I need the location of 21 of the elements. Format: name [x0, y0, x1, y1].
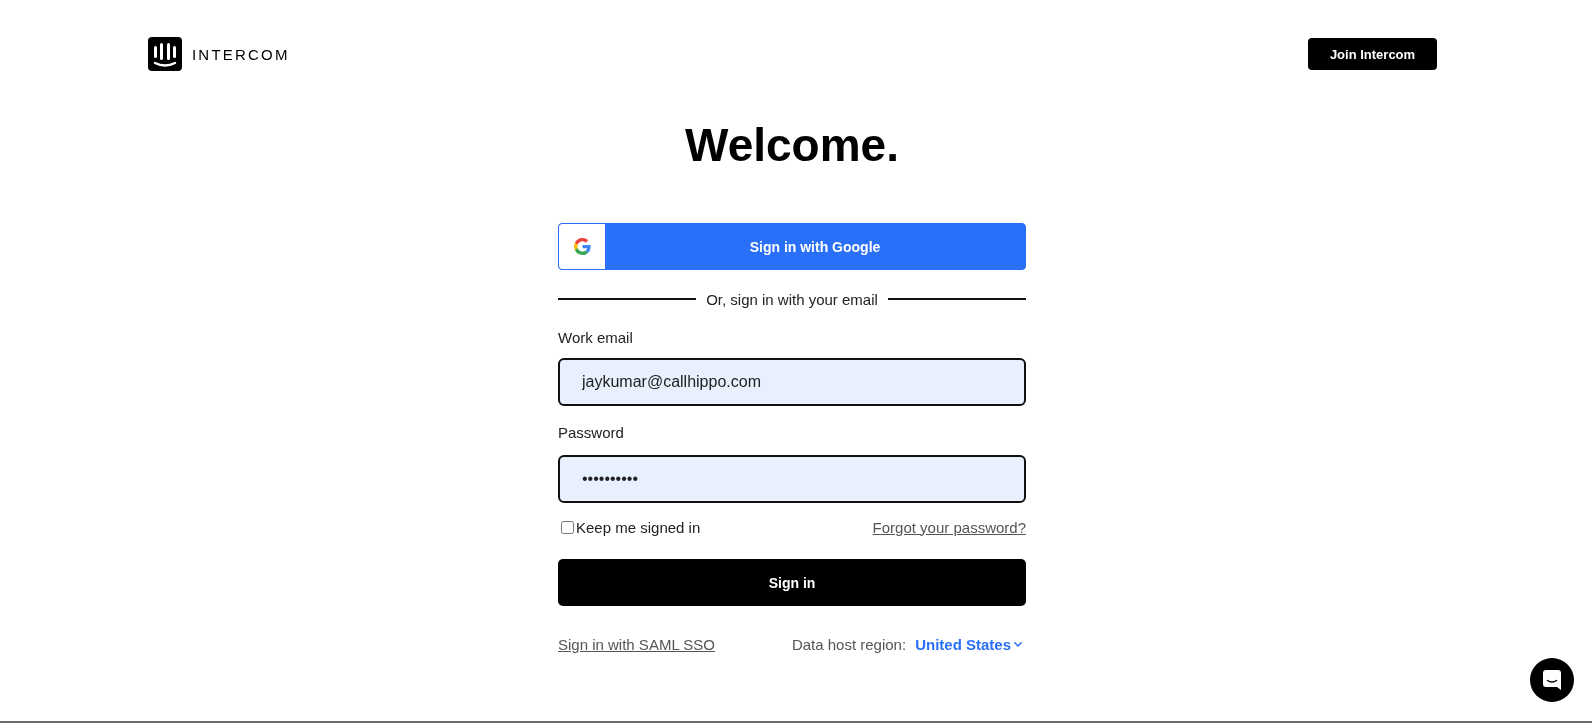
- chevron-down-icon: [1014, 641, 1022, 647]
- forgot-password-link[interactable]: Forgot your password?: [872, 518, 1026, 536]
- keep-signed-in-checkbox[interactable]: [561, 520, 574, 534]
- logo-wordmark: INTERCOM: [192, 45, 290, 63]
- welcome-heading: Welcome.: [685, 118, 899, 173]
- divider-text: Or, sign in with your email: [706, 290, 878, 308]
- google-sign-in-button[interactable]: Sign in with Google: [558, 223, 1026, 270]
- region-label: Data host region:: [791, 635, 907, 653]
- saml-sso-link[interactable]: Sign in with SAML SSO: [558, 635, 715, 653]
- sign-in-button[interactable]: Sign in: [558, 559, 1026, 606]
- chat-launcher-button[interactable]: [1530, 658, 1574, 702]
- chat-bubble-icon: [1543, 670, 1561, 690]
- keep-signed-in-label[interactable]: Keep me signed in: [576, 518, 701, 536]
- password-label: Password: [558, 423, 625, 443]
- email-field[interactable]: jaykumar@callhippo.com: [558, 358, 1026, 406]
- intercom-logo-icon: [148, 37, 182, 71]
- region-dropdown[interactable]: United States: [915, 635, 1022, 653]
- email-label: Work email: [558, 328, 634, 348]
- password-field[interactable]: ••••••••••: [558, 455, 1026, 503]
- join-button[interactable]: Join Intercom: [1308, 38, 1437, 70]
- google-g-icon: [573, 238, 591, 255]
